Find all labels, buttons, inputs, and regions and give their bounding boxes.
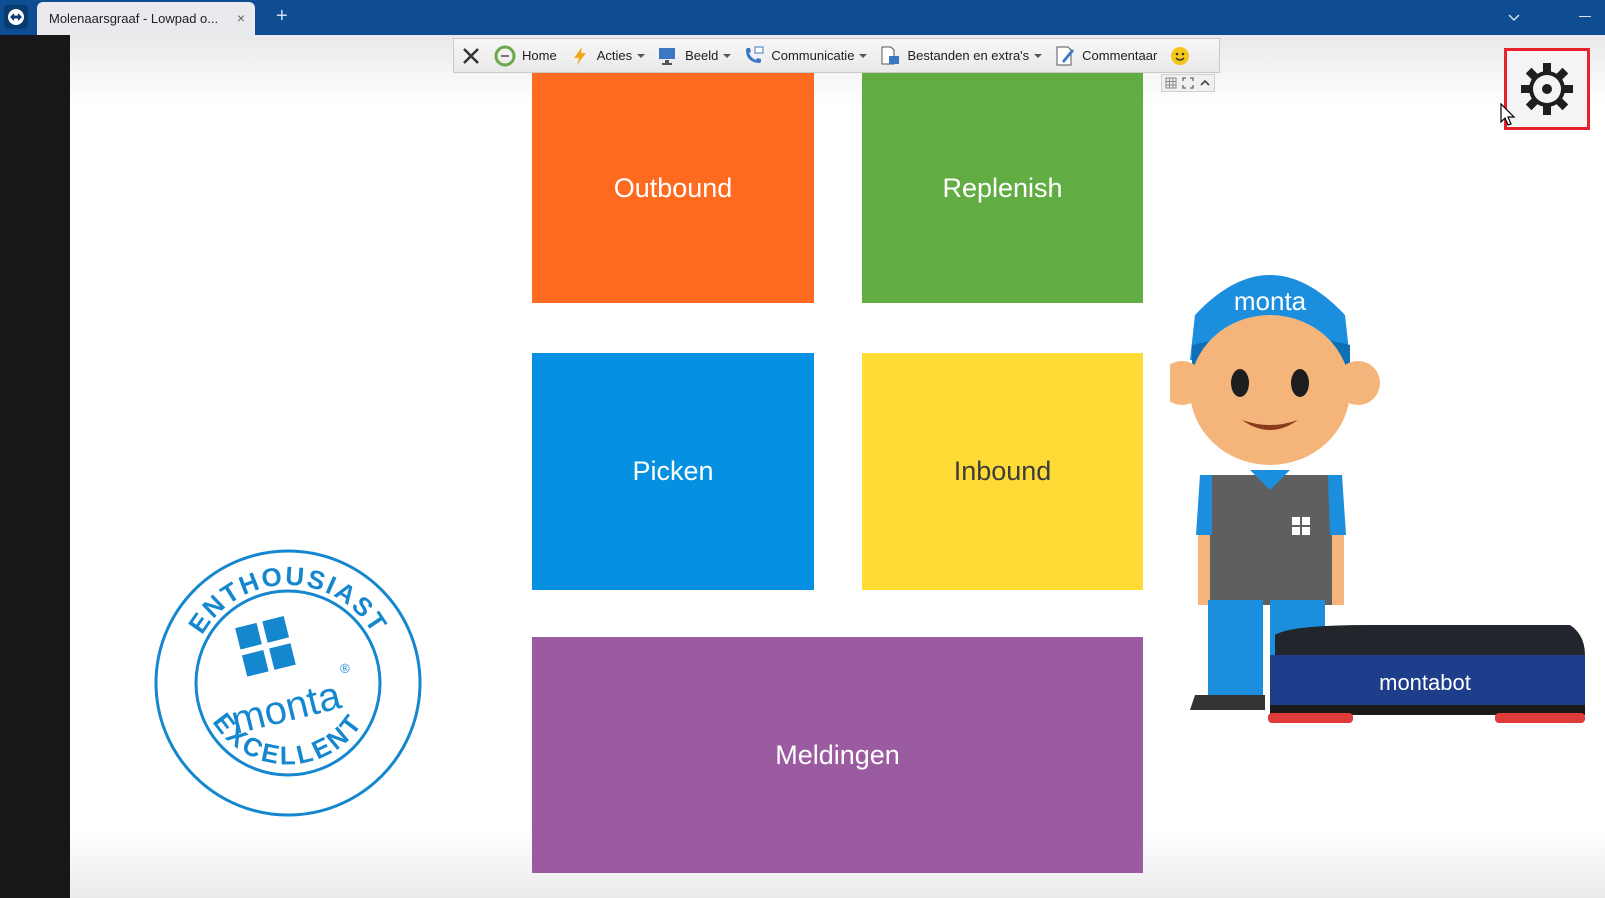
- remote-left-border: [0, 35, 70, 898]
- chevron-down-icon: [859, 53, 868, 58]
- toolbar-home-label: Home: [522, 48, 557, 63]
- toolbar-communicatie-label: Communicatie: [771, 48, 855, 63]
- tile-outbound[interactable]: Outbound: [532, 73, 814, 303]
- display-icon: [659, 47, 676, 65]
- toolbar-subtools: [1161, 74, 1215, 92]
- comment-icon: [1056, 46, 1075, 65]
- teamviewer-app-icon[interactable]: [4, 5, 28, 29]
- toolbar-acties-button[interactable]: Acties: [563, 39, 651, 72]
- toolbar-bestanden-label: Bestanden en extra's: [907, 48, 1030, 63]
- mouse-cursor-icon: [1500, 103, 1516, 126]
- stamp-registered-mark: ®: [338, 660, 351, 677]
- remote-control-toolbar: Home Acties Beeld Communicatie Bestanden…: [453, 38, 1220, 73]
- smiley-icon: [1171, 46, 1190, 65]
- tab-title: Molenaarsgraaf - Lowpad o...: [49, 11, 219, 26]
- monta-mascot-illustration: monta montabot: [1170, 275, 1585, 723]
- tile-meldingen[interactable]: Meldingen: [532, 637, 1143, 873]
- toolbar-commentaar-button[interactable]: Commentaar: [1048, 39, 1163, 72]
- toolbar-communicatie-button[interactable]: Communicatie: [737, 39, 873, 72]
- toolbar-beeld-button[interactable]: Beeld: [651, 39, 737, 72]
- toolbar-home-button[interactable]: Home: [488, 39, 563, 72]
- browser-tab[interactable]: Molenaarsgraaf - Lowpad o... ×: [37, 2, 255, 35]
- tab-close-icon[interactable]: ×: [237, 10, 245, 26]
- file-transfer-icon: [881, 46, 900, 64]
- chevron-down-icon: [637, 53, 646, 58]
- tile-meldingen-label: Meldingen: [775, 739, 900, 770]
- robot-text: montabot: [1379, 670, 1471, 695]
- tile-picken[interactable]: Picken: [532, 353, 814, 590]
- tile-picken-label: Picken: [632, 456, 714, 486]
- chevron-up-icon[interactable]: [1199, 77, 1211, 89]
- chevron-down-icon[interactable]: [1507, 10, 1521, 24]
- toolbar-bestanden-button[interactable]: Bestanden en extra's: [873, 39, 1048, 72]
- tile-replenish-label: Replenish: [942, 172, 1063, 203]
- gear-icon: [1521, 63, 1573, 115]
- toolbar-feedback-button[interactable]: [1163, 39, 1197, 72]
- grid-icon[interactable]: [1165, 77, 1177, 89]
- tile-replenish[interactable]: Replenish: [862, 73, 1143, 303]
- lightning-icon: [573, 46, 586, 65]
- toolbar-close-button[interactable]: [454, 39, 488, 72]
- phone-icon: [746, 46, 764, 63]
- monta-stamp-logo: ENTHOUSIAST EXCELLENT monta ®: [154, 549, 422, 817]
- new-tab-button[interactable]: +: [276, 5, 288, 28]
- tile-inbound[interactable]: Inbound: [862, 353, 1143, 590]
- close-icon: [463, 47, 479, 64]
- tile-outbound-label: Outbound: [613, 172, 733, 203]
- home-icon: [494, 45, 516, 66]
- toolbar-acties-label: Acties: [596, 48, 633, 63]
- browser-titlebar: Molenaarsgraaf - Lowpad o... × +: [0, 0, 1605, 35]
- cap-text: monta: [1234, 286, 1307, 316]
- fullscreen-icon[interactable]: [1182, 77, 1194, 89]
- tile-inbound-label: Inbound: [953, 456, 1052, 486]
- chevron-down-icon: [1034, 53, 1043, 58]
- toolbar-commentaar-label: Commentaar: [1082, 48, 1158, 63]
- chevron-down-icon: [723, 53, 732, 58]
- minimize-icon[interactable]: [1579, 16, 1591, 17]
- toolbar-beeld-label: Beeld: [685, 48, 719, 63]
- remote-screen: Outbound Replenish Picken Inbound Meldin…: [70, 35, 1605, 898]
